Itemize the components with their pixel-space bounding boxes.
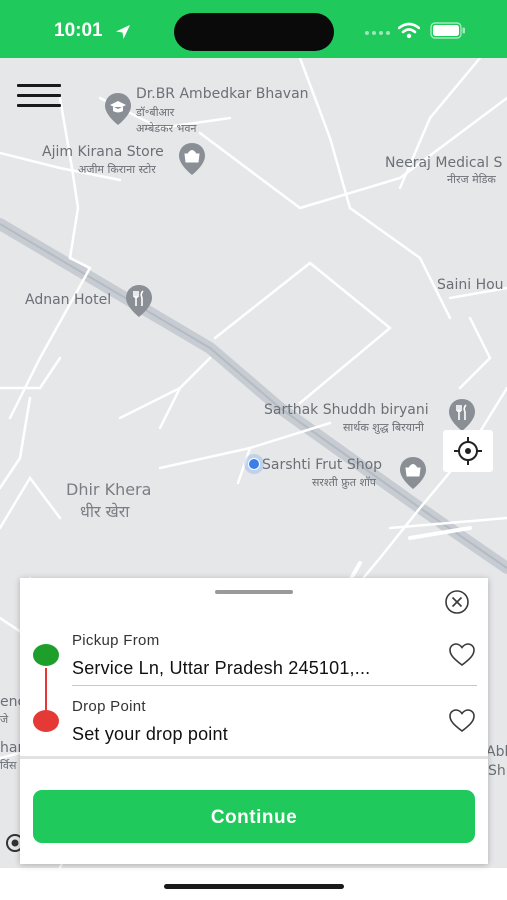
shop-marker-icon: [400, 457, 426, 489]
hamburger-icon: [17, 84, 61, 87]
crosshair-icon: [454, 437, 482, 465]
map-label-right-edge: Abh: [486, 744, 507, 760]
row-divider: [72, 685, 477, 686]
current-location-marker: [244, 454, 264, 474]
map-label-sarshti: Sarshti Frut Shop: [262, 457, 383, 473]
sheet-divider: [20, 756, 488, 759]
wifi-icon: [398, 22, 420, 39]
map-label-left-edge: जे: [0, 713, 9, 726]
drop-address[interactable]: Set your drop point: [72, 724, 228, 745]
continue-button[interactable]: Continue: [33, 790, 475, 843]
map-label-neeraj-hi: नीरज मेडिक: [447, 173, 496, 186]
close-circle-icon: [445, 590, 469, 614]
booking-sheet: Pickup From Service Ln, Uttar Pradesh 24…: [20, 578, 488, 864]
pickup-dot-icon: [33, 644, 59, 666]
status-time: 10:01: [54, 20, 103, 41]
pickup-title: Pickup From: [72, 632, 160, 649]
battery-icon: [430, 22, 465, 39]
cellular-signal-icon: [365, 31, 390, 35]
locate-me-button[interactable]: [443, 430, 493, 472]
heart-outline-icon: [449, 709, 475, 733]
map-label-neeraj: Neeraj Medical S: [385, 155, 503, 171]
school-marker-icon: [105, 93, 131, 125]
map-label-ajim-hi: अजीम किराना स्टोर: [78, 163, 156, 176]
map-label-saini: Saini Hou: [437, 277, 504, 293]
menu-button[interactable]: [14, 80, 64, 112]
shop-marker-icon: [179, 143, 205, 175]
home-indicator: [164, 884, 344, 889]
map-label-adnan: Adnan Hotel: [25, 292, 112, 308]
hamburger-icon: [17, 94, 61, 97]
map-label-sarthak: Sarthak Shuddh biryani: [264, 402, 429, 418]
drop-title: Drop Point: [72, 698, 146, 715]
map-label-sarshti-hi: सरश्ती फ्रुत शॉप: [312, 476, 377, 489]
map-label-ambedkar: Dr.BR Ambedkar Bhavan: [136, 86, 309, 102]
map-label-right-edge: Sh: [488, 763, 506, 779]
drop-favorite-button[interactable]: [448, 708, 476, 734]
heart-outline-icon: [449, 643, 475, 667]
map-label-dhir-hi: धीर खेरा: [80, 502, 130, 521]
sheet-drag-handle[interactable]: [215, 590, 293, 594]
hamburger-icon: [17, 104, 61, 107]
map-label-ambedkar-hi: अम्बेडकर भवन: [136, 122, 197, 135]
pickup-favorite-button[interactable]: [448, 642, 476, 668]
map-label-dhir: Dhir Khera: [66, 480, 152, 499]
restaurant-marker-icon: [449, 399, 475, 431]
drop-dot-icon: [33, 710, 59, 732]
route-connector-line: [45, 668, 47, 712]
map-label-left-edge: र्विस: [0, 759, 17, 772]
close-button[interactable]: [444, 589, 470, 615]
dynamic-island: [174, 13, 334, 51]
location-arrow-icon: [116, 25, 130, 39]
status-bar: 10:01: [0, 0, 507, 58]
map-label-ambedkar-hi: डॉ॰बीआर: [136, 106, 175, 119]
map-label-ajim: Ajim Kirana Store: [42, 144, 164, 160]
restaurant-marker-icon: [126, 285, 152, 317]
pickup-address[interactable]: Service Ln, Uttar Pradesh 245101,...: [72, 658, 370, 679]
map-label-sarthak-hi: सार्थक शुद्ध बिरयानी: [343, 421, 424, 434]
